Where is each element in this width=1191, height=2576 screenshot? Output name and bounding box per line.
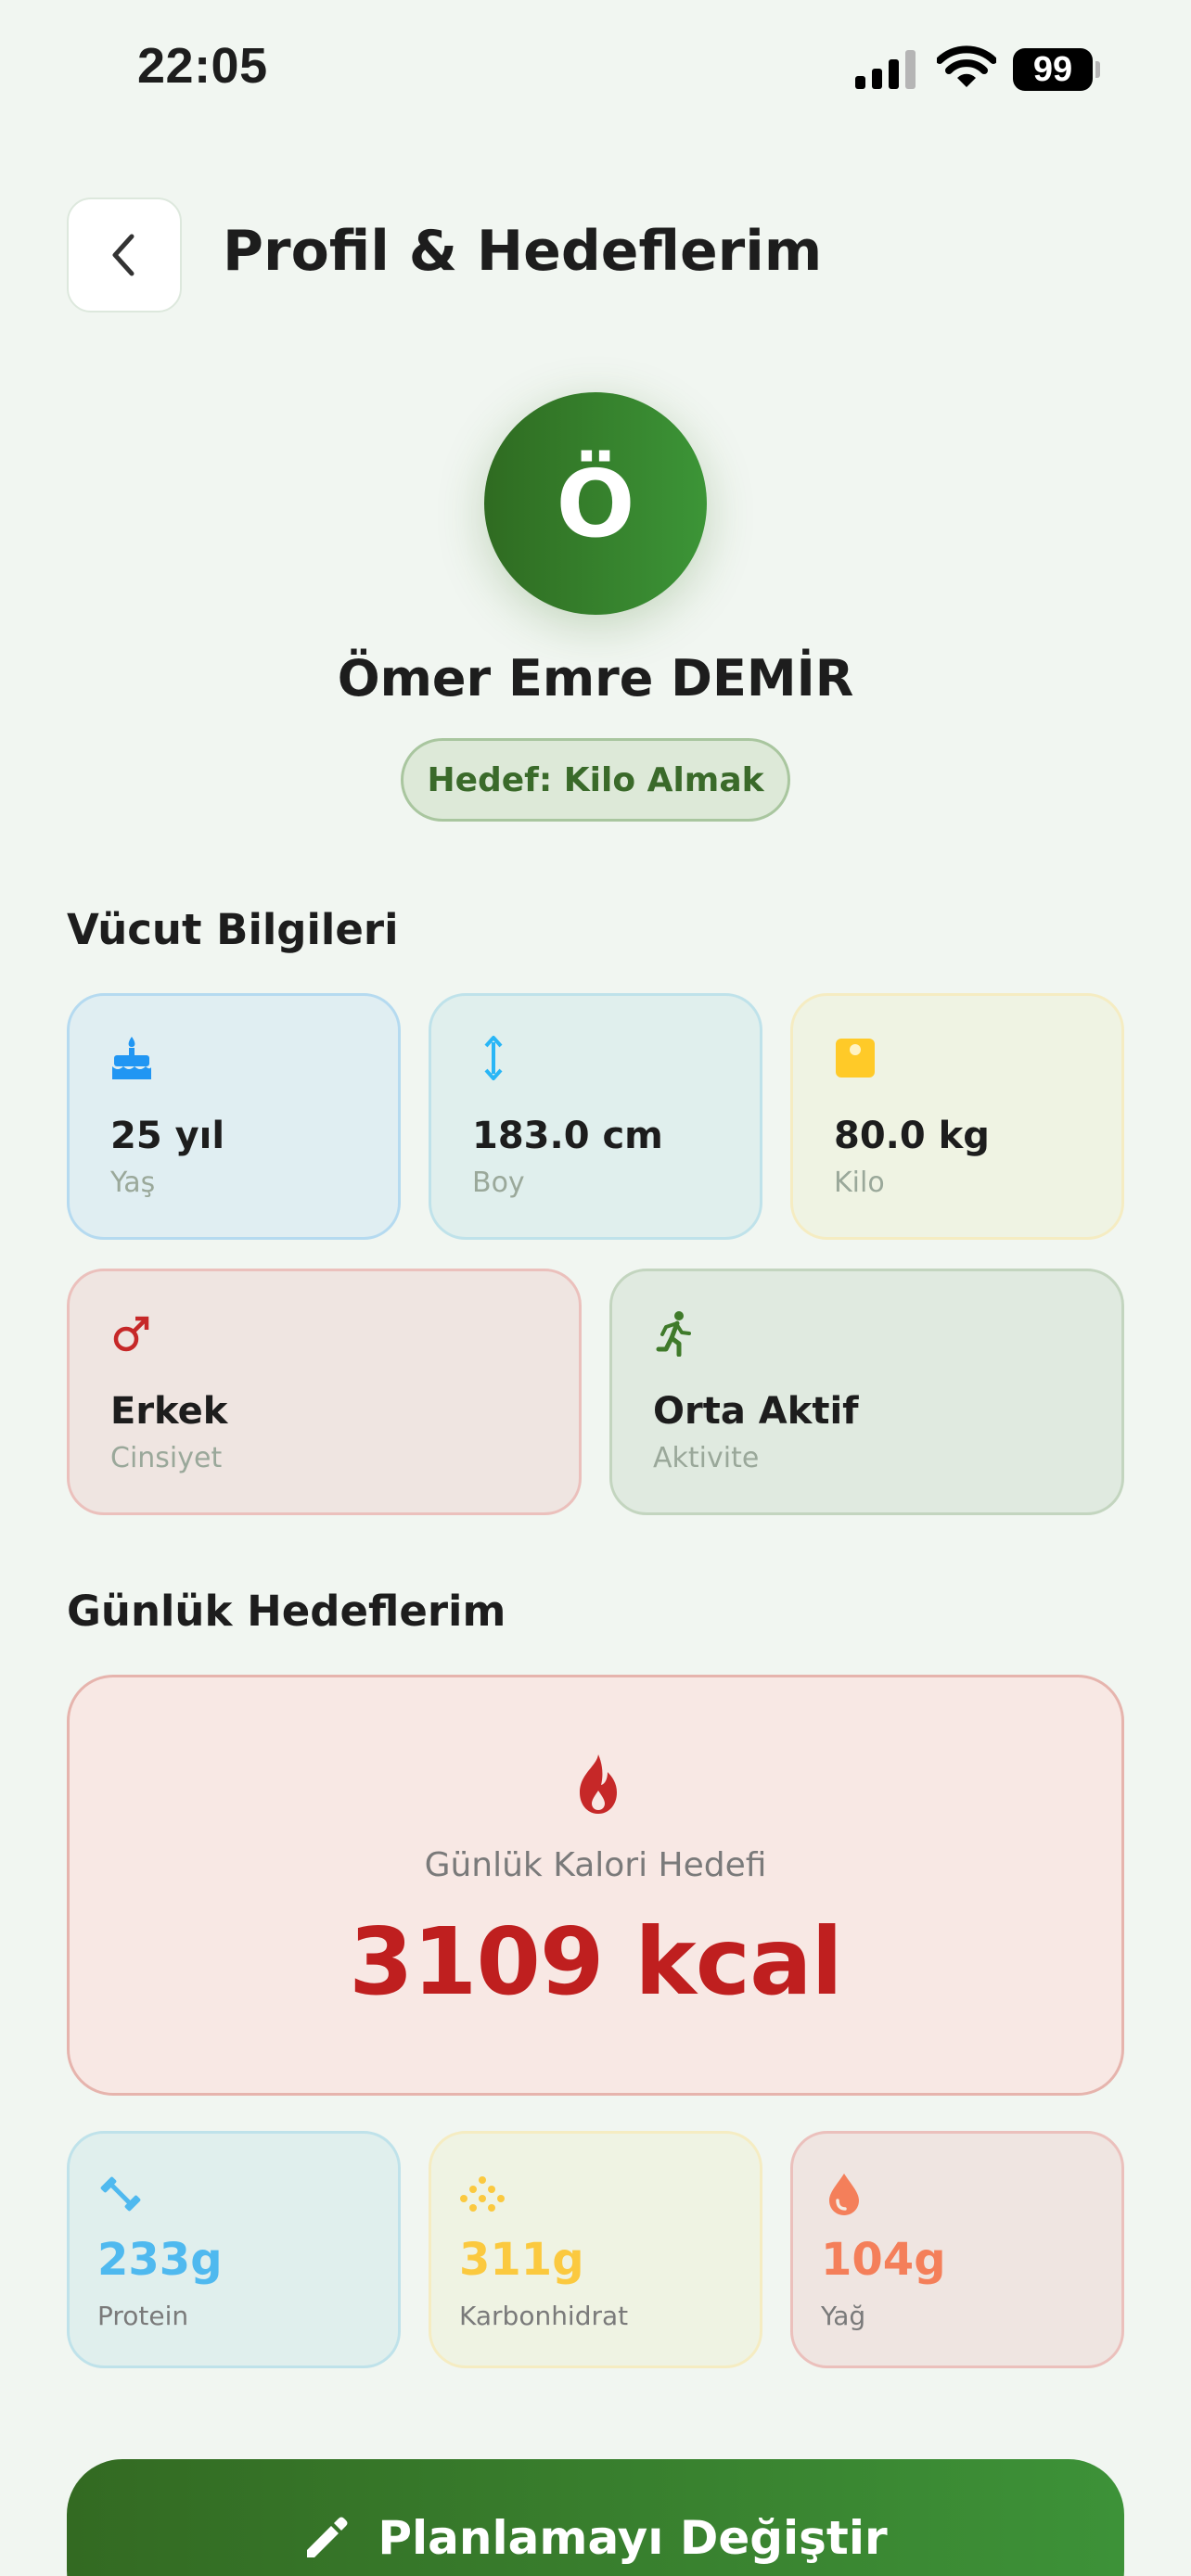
fat-card: 104g Yağ [790,2131,1124,2368]
activity-value: Orta Aktif [653,1390,859,1433]
weight-label: Kilo [834,1167,885,1199]
height-value: 183.0 cm [472,1115,663,1157]
back-button[interactable] [67,198,182,312]
calorie-goal-card: Günlük Kalori Hedefi 3109 kcal [67,1675,1124,2096]
gender-card: Erkek Cinsiyet [67,1269,582,1515]
activity-label: Aktivite [653,1442,760,1474]
daily-goals-title: Günlük Hedeflerim [67,1587,506,1636]
protein-card: 233g Protein [67,2131,401,2368]
edit-plan-button[interactable]: Planlamayı Değiştir [67,2459,1124,2576]
calorie-goal-value: 3109 kcal [349,1907,843,2016]
carb-card: 311g Karbonhidrat [429,2131,762,2368]
body-info-title: Vücut Bilgileri [67,905,399,954]
user-name: Ömer Emre DEMİR [337,649,854,708]
pencil-icon [307,2517,348,2557]
battery-tip [1095,61,1100,78]
calorie-goal-label: Günlük Kalori Hedefi [424,1846,767,1884]
fire-icon [580,1754,617,1814]
chevron-left-icon [112,234,134,276]
running-icon [656,1311,691,1357]
avatar: Ö [484,392,707,615]
male-icon [113,1316,149,1352]
fat-label: Yağ [821,2301,866,2331]
signal-icon [855,50,916,89]
height-label: Boy [472,1167,525,1199]
scale-icon [836,1039,875,1078]
protein-value: 233g [97,2234,223,2286]
weight-value: 80.0 kg [834,1115,990,1157]
battery-indicator: 99 [1013,48,1093,91]
goal-badge: Hedef: Kilo Almak [401,738,790,822]
protein-label: Protein [97,2301,189,2331]
height-card: 183.0 cm Boy [429,993,762,1240]
weight-card: 80.0 kg Kilo [790,993,1124,1240]
status-bar: 22:05 99 [0,0,1191,139]
status-time: 22:05 [137,38,268,94]
carb-label: Karbonhidrat [459,2301,629,2331]
height-arrows-icon [484,1036,503,1080]
fat-value: 104g [821,2234,946,2286]
activity-card: Orta Aktif Aktivite [609,1269,1124,1515]
gender-value: Erkek [110,1390,228,1433]
age-value: 25 yıl [110,1115,225,1157]
dumbbell-icon [100,2176,141,2212]
edit-plan-label: Planlamayı Değiştir [378,2511,888,2565]
cake-icon [112,1037,151,1079]
age-label: Yaş [110,1167,156,1199]
age-card: 25 yıl Yaş [67,993,401,1240]
page-title: Profil & Hedeflerim [223,219,823,284]
gender-label: Cinsiyet [110,1442,223,1474]
carb-value: 311g [459,2234,584,2286]
droplet-icon [829,2174,859,2215]
wifi-icon [937,45,996,87]
grain-icon [460,2176,505,2212]
